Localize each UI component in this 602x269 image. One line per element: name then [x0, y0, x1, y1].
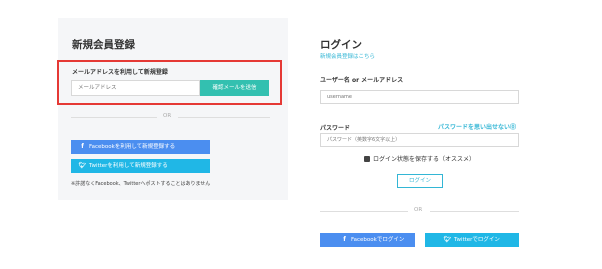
password-label: パスワード	[320, 125, 351, 132]
email-input[interactable]	[71, 80, 200, 96]
register-twitter-button[interactable]: 🐦︎ Twitterを利用して新規登録する	[71, 159, 210, 173]
login-facebook-button[interactable]: f Facebookでログイン	[320, 233, 415, 247]
forgot-password-link[interactable]: パスワードを思い出せない⓪	[438, 122, 516, 131]
login-twitter-button[interactable]: 🐦︎ Twitterでログイン	[425, 233, 519, 247]
or-divider-text: OR	[163, 113, 172, 119]
facebook-icon: f	[81, 143, 84, 150]
username-input[interactable]	[320, 90, 519, 104]
login-title: ログイン	[320, 39, 362, 51]
login-facebook-label: Facebookでログイン	[351, 237, 405, 243]
twitter-icon: 🐦︎	[78, 162, 87, 169]
username-label: ユーザー名 or メールアドレス	[320, 77, 404, 84]
register-facebook-label: Facebookを利用して新規登録する	[89, 144, 176, 150]
register-facebook-button[interactable]: f Facebookを利用して新規登録する	[71, 140, 210, 154]
divider-left	[71, 117, 157, 118]
login-divider-right	[430, 211, 519, 212]
password-input[interactable]	[320, 133, 519, 147]
facebook-icon: f	[343, 236, 346, 243]
register-note: ※許諾なくFacebook、Twitterへポストすることはありません	[71, 181, 211, 187]
register-twitter-label: Twitterを利用して新規登録する	[89, 163, 168, 169]
login-divider-left	[320, 211, 408, 212]
divider-right	[178, 117, 270, 118]
login-twitter-label: Twitterでログイン	[454, 237, 500, 243]
remember-checkbox[interactable]	[364, 156, 370, 162]
login-button[interactable]: ログイン	[397, 174, 443, 188]
email-label: メールアドレスを利用して新規登録	[72, 69, 168, 76]
register-title: 新規会員登録	[72, 39, 135, 51]
register-link[interactable]: 新規会員登録はこちら	[320, 52, 375, 60]
twitter-icon: 🐦︎	[443, 236, 452, 243]
login-or-text: OR	[414, 207, 423, 213]
remember-label: ログイン状態を保存する（オススメ）	[373, 156, 476, 163]
send-confirmation-button[interactable]: 確認メールを送信	[200, 80, 269, 96]
